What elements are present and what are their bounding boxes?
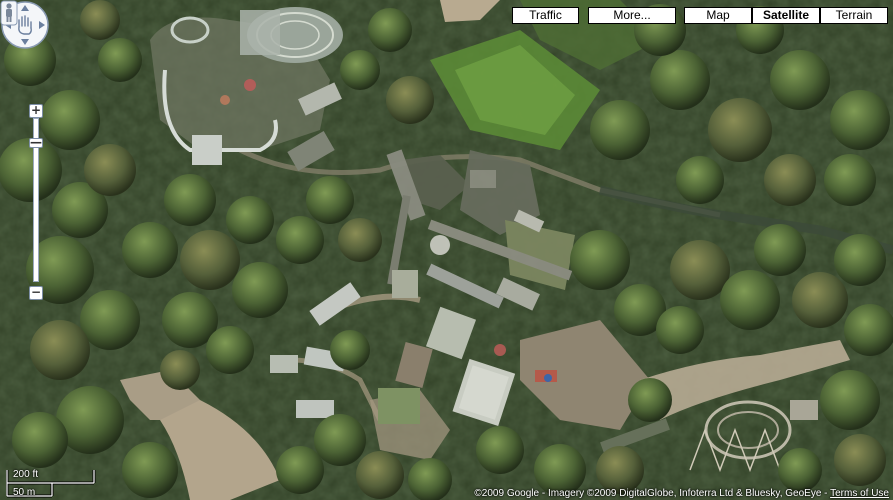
satellite-map[interactable]: Traffic More... Map Satellite Terrain + …	[0, 0, 893, 500]
scale-metric: 50 m	[13, 487, 36, 498]
zoom-out-button[interactable]: −	[29, 286, 43, 300]
zoom-in-button[interactable]: +	[29, 104, 43, 118]
terrain-view-button[interactable]: Terrain	[820, 7, 888, 24]
scale-bar: 200 ft 50 m	[6, 468, 116, 498]
traffic-button[interactable]: Traffic	[512, 7, 579, 24]
street-view-pegman-icon[interactable]	[0, 0, 18, 26]
attribution-text: ©2009 Google - Imagery ©2009 DigitalGlob…	[474, 488, 831, 499]
satellite-view-button[interactable]: Satellite	[752, 7, 820, 24]
satellite-imagery	[0, 0, 893, 500]
more-button[interactable]: More...	[588, 7, 676, 24]
attribution: ©2009 Google - Imagery ©2009 DigitalGlob…	[471, 487, 893, 500]
map-view-button[interactable]: Map	[684, 7, 752, 24]
zoom-slider-handle[interactable]: —	[29, 136, 43, 148]
terms-of-use-link[interactable]: Terms of Use	[830, 488, 889, 499]
scale-imperial: 200 ft	[13, 469, 39, 480]
